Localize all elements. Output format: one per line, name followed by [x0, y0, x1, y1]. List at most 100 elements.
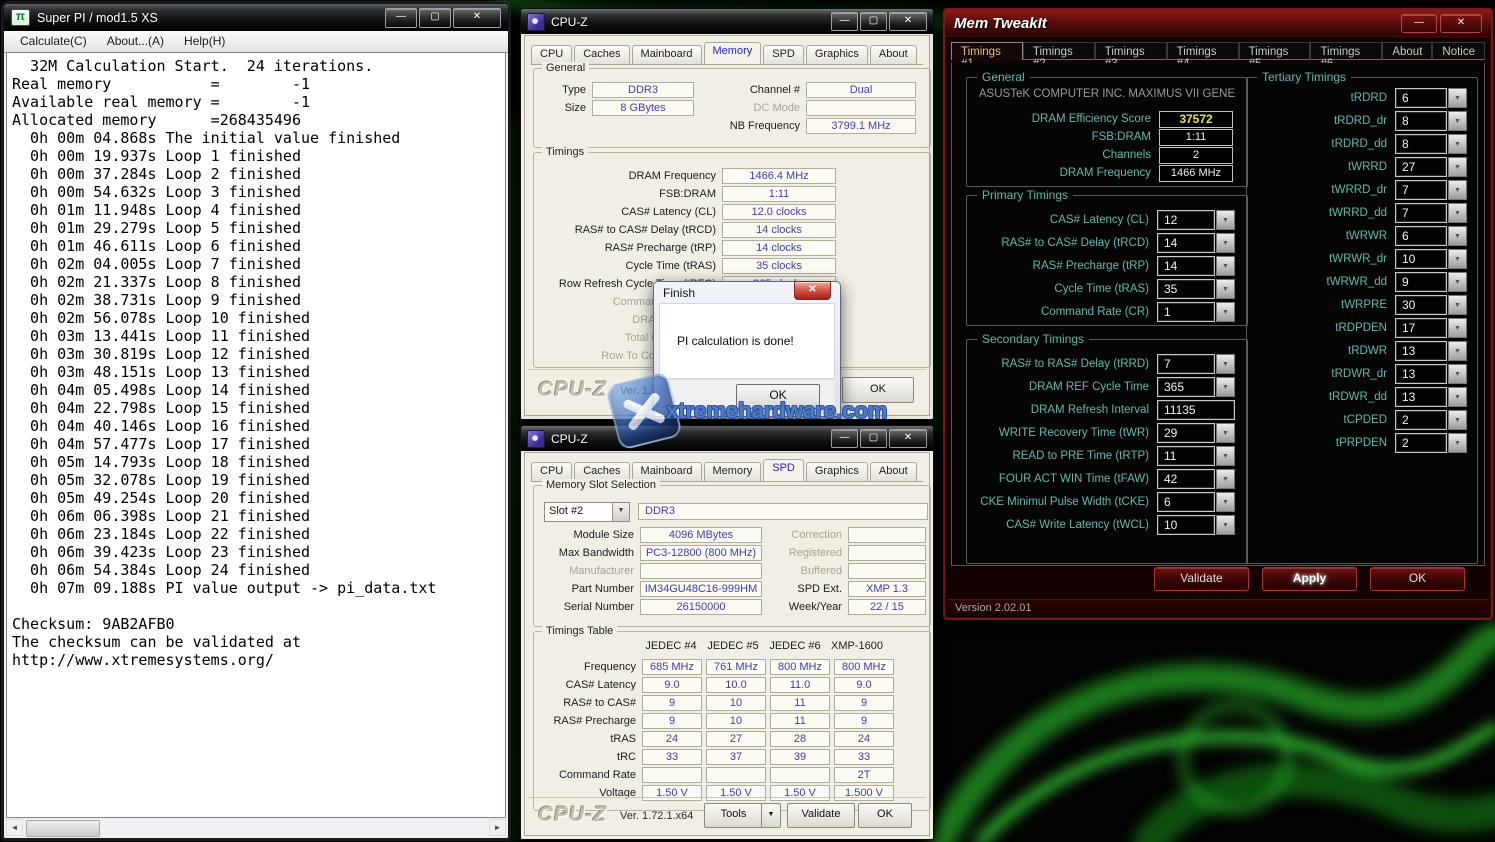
maximize-button[interactable]: ▢ [419, 8, 451, 28]
dropdown-arrow-icon[interactable]: ▼ [1216, 279, 1235, 299]
dropdown-arrow-icon[interactable]: ▼ [1448, 433, 1467, 453]
tab[interactable]: Memory [704, 42, 762, 64]
dropdown-arrow-icon[interactable]: ▼ [1216, 515, 1235, 535]
timing-value[interactable]: 35 [1157, 279, 1215, 299]
tab[interactable]: Notice [1432, 42, 1485, 60]
minimize-button[interactable]: — [385, 8, 417, 28]
dropdown-arrow-icon[interactable]: ▼ [1448, 364, 1467, 384]
dropdown-arrow-icon[interactable]: ▼ [1216, 423, 1235, 443]
scroll-right-icon[interactable]: ► [489, 819, 506, 836]
tab[interactable]: Graphics [806, 45, 868, 64]
timing-value[interactable]: 42 [1157, 469, 1215, 489]
close-button[interactable]: ✕ [889, 12, 927, 31]
menu-item[interactable]: Help(H) [174, 32, 235, 51]
dropdown-arrow-icon[interactable]: ▼ [1216, 256, 1235, 276]
tab[interactable]: Timings #6 [1310, 42, 1382, 60]
dropdown-arrow-icon[interactable]: ▼ [1216, 492, 1235, 512]
ok-button[interactable]: OK [858, 803, 912, 828]
dropdown-arrow-icon[interactable]: ▼ [1448, 88, 1467, 108]
timing-value[interactable]: 6 [1395, 88, 1447, 108]
timing-value[interactable]: 14 [1157, 256, 1215, 276]
dropdown-arrow-icon[interactable]: ▼ [1216, 233, 1235, 253]
timing-value[interactable]: 10 [1395, 249, 1447, 269]
dropdown-arrow-icon[interactable]: ▼ [1216, 302, 1235, 322]
dropdown-arrow-icon[interactable]: ▼ [1448, 318, 1467, 338]
dropdown-arrow-icon[interactable]: ▼ [1448, 295, 1467, 315]
tab[interactable]: Graphics [806, 462, 868, 481]
close-icon[interactable]: ✕ [794, 281, 831, 300]
chevron-down-icon[interactable]: ▼ [612, 503, 629, 521]
timing-value[interactable]: 2 [1395, 410, 1447, 430]
dropdown-arrow-icon[interactable]: ▼ [1216, 446, 1235, 466]
timing-value[interactable]: 8 [1395, 111, 1447, 131]
timing-value[interactable]: 6 [1157, 492, 1215, 512]
dropdown-arrow-icon[interactable]: ▼ [1216, 354, 1235, 374]
tab[interactable]: Timings #2 [1023, 42, 1095, 60]
timing-value[interactable]: 7 [1395, 180, 1447, 200]
dropdown-arrow-icon[interactable]: ▼ [1448, 226, 1467, 246]
dialog-titlebar[interactable]: Finish ✕ [654, 282, 840, 303]
dropdown-arrow-icon[interactable]: ▼ [1448, 157, 1467, 177]
dropdown-arrow-icon[interactable]: ▼ [1448, 180, 1467, 200]
timing-value[interactable]: 13 [1395, 341, 1447, 361]
validate-button[interactable]: Validate [787, 803, 855, 828]
maximize-button[interactable]: ▢ [860, 429, 887, 448]
timing-value[interactable]: 14 [1157, 233, 1215, 253]
timing-value[interactable]: 11 [1157, 446, 1215, 466]
tab[interactable]: About [1382, 42, 1432, 60]
memtweakit-titlebar[interactable]: Mem TweakIt — ✕ [945, 10, 1491, 37]
close-button[interactable]: ✕ [889, 429, 927, 448]
scroll-left-icon[interactable]: ◄ [6, 819, 23, 836]
timing-value[interactable]: 10 [1157, 515, 1215, 535]
dropdown-arrow-icon[interactable]: ▼ [1216, 210, 1235, 230]
slot-select[interactable]: Slot #2 ▼ [544, 502, 630, 522]
tab[interactable]: About [870, 45, 917, 64]
tab[interactable]: SPD [763, 459, 804, 481]
timing-value[interactable]: 29 [1157, 423, 1215, 443]
ok-button[interactable]: OK [842, 377, 914, 403]
timing-value[interactable]: 365 [1157, 377, 1215, 397]
close-button[interactable]: ✕ [1440, 14, 1482, 33]
dropdown-arrow-icon[interactable]: ▼ [1448, 387, 1467, 407]
dropdown-arrow-icon[interactable]: ▼ [1448, 410, 1467, 430]
dropdown-arrow-icon[interactable]: ▼ [1448, 111, 1467, 131]
dropdown-arrow-icon[interactable]: ▼ [1448, 341, 1467, 361]
tools-button[interactable]: Tools [704, 803, 763, 828]
dropdown-arrow-icon[interactable]: ▼ [1448, 249, 1467, 269]
ok-button[interactable]: OK [736, 384, 820, 409]
close-button[interactable]: ✕ [453, 8, 501, 28]
dropdown-arrow-icon[interactable]: ▼ [1448, 134, 1467, 154]
tab[interactable]: Mainboard [632, 45, 702, 64]
timing-value[interactable]: 1 [1157, 302, 1215, 322]
tab[interactable]: Timings #5 [1239, 42, 1311, 60]
validate-button[interactable]: Validate [1154, 567, 1249, 591]
timing-value[interactable]: 9 [1395, 272, 1447, 292]
timing-value[interactable]: 13 [1395, 387, 1447, 407]
timing-value[interactable]: 2 [1395, 433, 1447, 453]
menu-item[interactable]: Calculate(C) [10, 32, 97, 51]
timing-value[interactable]: 7 [1395, 203, 1447, 223]
tab[interactable]: Timings #3 [1095, 42, 1167, 60]
dropdown-arrow-icon[interactable]: ▼ [1448, 203, 1467, 223]
maximize-button[interactable]: ▢ [860, 12, 887, 31]
timing-value[interactable]: 7 [1157, 354, 1215, 374]
timing-value[interactable]: 11135 [1157, 400, 1235, 420]
tools-dropdown-icon[interactable]: ▼ [761, 803, 781, 828]
timing-value[interactable]: 30 [1395, 295, 1447, 315]
timing-value[interactable]: 12 [1157, 210, 1215, 230]
tab[interactable]: About [870, 462, 917, 481]
timing-value[interactable]: 13 [1395, 364, 1447, 384]
timing-value[interactable]: 8 [1395, 134, 1447, 154]
superpi-titlebar[interactable]: π Super PI / mod1.5 XS — ▢ ✕ [4, 4, 508, 31]
cpuz-titlebar[interactable]: CPU-Z — ▢ ✕ [521, 426, 933, 451]
tab[interactable]: Memory [704, 462, 762, 481]
menu-item[interactable]: About...(A) [97, 32, 174, 51]
timing-value[interactable]: 17 [1395, 318, 1447, 338]
dropdown-arrow-icon[interactable]: ▼ [1216, 377, 1235, 397]
dropdown-arrow-icon[interactable]: ▼ [1448, 272, 1467, 292]
dropdown-arrow-icon[interactable]: ▼ [1216, 469, 1235, 489]
scrollbar-thumb[interactable] [26, 820, 100, 837]
timing-value[interactable]: 27 [1395, 157, 1447, 177]
tab[interactable]: SPD [763, 45, 804, 64]
tab[interactable]: Timings #1 [951, 42, 1023, 60]
